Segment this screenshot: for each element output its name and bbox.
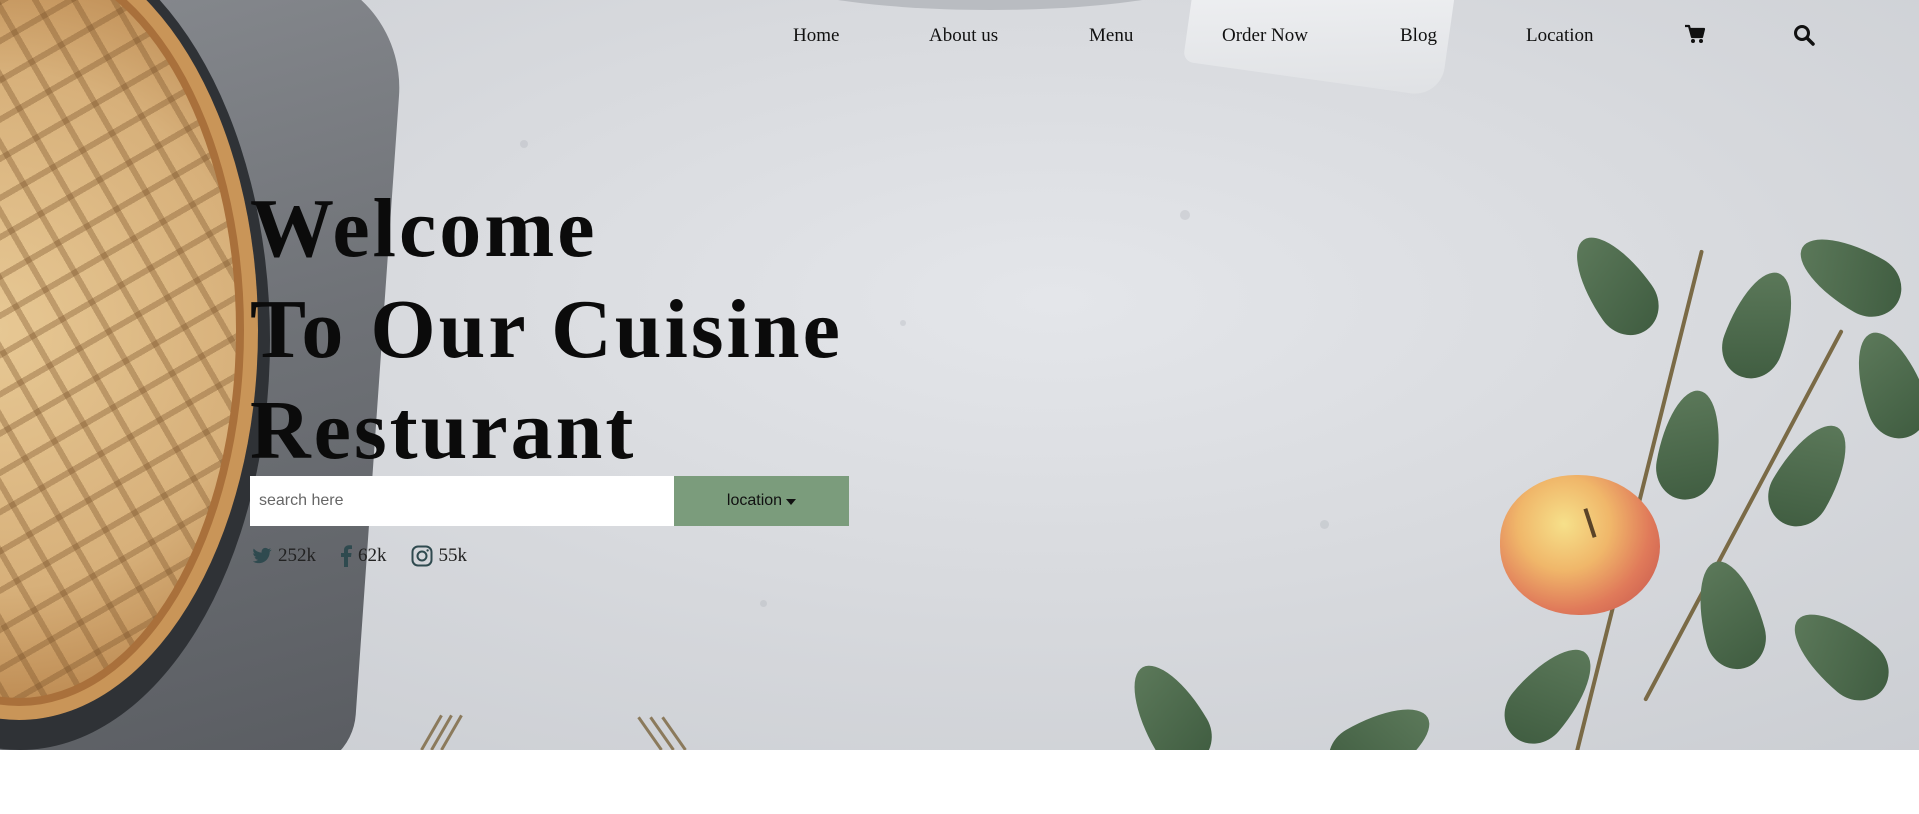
hero-title-line-3: Resturant: [250, 384, 637, 477]
apple-image: [1500, 475, 1660, 615]
hero-title-line-2: To Our Cuisine: [250, 283, 843, 376]
location-button-label: location: [726, 492, 783, 509]
leaf-image: [1756, 412, 1864, 538]
hero-title: Welcome To Our Cuisine Resturant: [250, 178, 843, 481]
caret-down-icon: [786, 499, 797, 505]
leaf-image: [1116, 652, 1224, 750]
leaf-image: [1317, 691, 1443, 750]
texture-speck: [760, 600, 767, 607]
instagram-count: 55k: [438, 545, 468, 566]
fork-image: [661, 716, 687, 750]
social-facebook[interactable]: 62k: [340, 545, 387, 567]
twitter-icon: [252, 547, 272, 564]
nav-about-us[interactable]: About us: [929, 25, 998, 47]
nav-blog[interactable]: Blog: [1400, 25, 1437, 47]
location-dropdown-button[interactable]: location: [674, 476, 849, 526]
search-bar: location: [250, 476, 850, 526]
nav-home[interactable]: Home: [793, 25, 839, 47]
leaf-image: [1686, 554, 1774, 676]
leaf-image: [1787, 221, 1913, 329]
top-nav: Home About us Menu Order Now Blog Locati…: [0, 23, 1919, 53]
texture-speck: [520, 140, 528, 148]
plate-image: [760, 0, 1220, 10]
social-stats: 252k 62k 55k: [252, 545, 491, 567]
leaf-image: [1558, 222, 1672, 348]
instagram-icon: [411, 545, 432, 567]
nav-location[interactable]: Location: [1526, 25, 1594, 47]
social-instagram[interactable]: 55k: [411, 545, 468, 567]
fork-image: [440, 714, 463, 750]
leaf-image: [1842, 323, 1919, 447]
search-icon[interactable]: [1793, 24, 1815, 52]
cart-icon[interactable]: [1684, 24, 1706, 50]
nav-menu[interactable]: Menu: [1089, 25, 1133, 47]
search-input[interactable]: [250, 476, 674, 526]
texture-speck: [1320, 520, 1329, 529]
facebook-icon: [341, 545, 352, 567]
twitter-count: 252k: [278, 545, 316, 566]
social-twitter[interactable]: 252k: [252, 545, 316, 567]
facebook-count: 62k: [358, 545, 387, 566]
leaf-image: [1712, 263, 1808, 387]
nav-order-now[interactable]: Order Now: [1222, 25, 1308, 47]
texture-speck: [900, 320, 906, 326]
leaf-image: [1778, 596, 1902, 714]
hero-title-line-1: Welcome: [250, 182, 598, 275]
texture-speck: [1180, 210, 1190, 220]
